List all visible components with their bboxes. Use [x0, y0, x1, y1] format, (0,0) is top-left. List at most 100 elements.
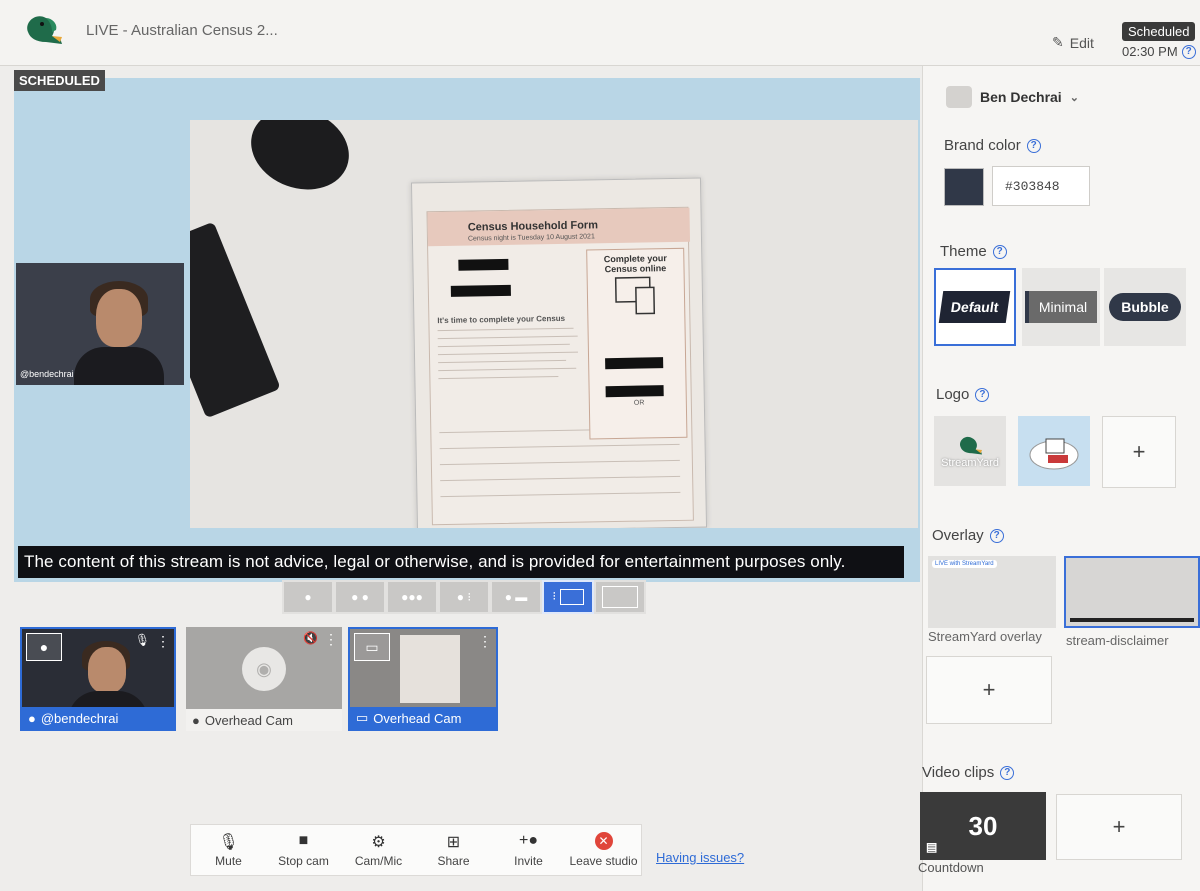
more-options-icon[interactable]: ⋮: [324, 631, 338, 648]
avatar-placeholder-icon: ◉: [242, 647, 286, 691]
having-issues-link[interactable]: Having issues?: [656, 850, 744, 865]
share-screen-icon: ⊞: [446, 834, 461, 851]
text-line: [440, 491, 681, 498]
person-icon: ●: [304, 590, 312, 604]
brand-color-swatch[interactable]: [944, 168, 984, 206]
overlay-streamyard-option[interactable]: LIVE with StreamYard: [928, 556, 1056, 628]
add-video-clip-button[interactable]: +: [1056, 794, 1182, 860]
help-icon[interactable]: ?: [992, 244, 1007, 259]
user-avatar: [946, 86, 972, 108]
microphone-icon: 🎙: [218, 834, 239, 851]
microphone-muted-icon[interactable]: 🔇: [303, 631, 318, 645]
cam-mic-settings-button[interactable]: ⚙ Cam/Mic: [341, 825, 416, 875]
duck-icon: [960, 436, 982, 455]
redaction: [458, 258, 509, 271]
invite-button[interactable]: +● Invite: [491, 825, 566, 875]
stop-cam-button[interactable]: ■ Stop cam: [266, 825, 341, 875]
source-name: Overhead Cam: [204, 712, 294, 728]
source-name: @bendechrai: [40, 710, 119, 726]
overhead-camera-feed: Census Household Form Census night is Tu…: [190, 120, 918, 528]
help-icon[interactable]: ?: [1000, 765, 1015, 780]
scheduled-time-value: 02:30 PM: [1122, 44, 1178, 59]
source-tile-overhead-cam[interactable]: ◉ 🔇 ⋮ ● Overhead Cam: [186, 627, 342, 731]
add-overlay-button[interactable]: +: [926, 656, 1052, 724]
countdown-clip[interactable]: 30 ▤: [920, 792, 1046, 860]
layout-side-button[interactable]: ● ▬: [490, 580, 542, 614]
layout-four-button[interactable]: ● ⁝: [438, 580, 490, 614]
edit-label: Edit: [1069, 34, 1094, 51]
layout-two-button[interactable]: ● ●: [334, 580, 386, 614]
theme-minimal-option[interactable]: Minimal: [1022, 268, 1100, 346]
brand-color-input[interactable]: #303848: [992, 166, 1090, 206]
pencil-icon: ✎: [1052, 34, 1064, 50]
theme-bubble-label: Bubble: [1109, 293, 1181, 321]
source-name: Overhead Cam: [373, 710, 462, 726]
keyboard-object: [190, 221, 281, 419]
text-line: [437, 327, 574, 332]
scheduled-label: SCHEDULED: [14, 70, 105, 91]
person-body: [74, 347, 164, 385]
brand-color-title: Brand color ?: [944, 137, 1041, 154]
overlay-label: Overlay: [932, 527, 984, 544]
form-heading: It's time to complete your Census: [437, 313, 566, 326]
redaction: [605, 357, 664, 370]
logo-title: Logo ?: [936, 386, 990, 403]
streamyard-logo-text: StreamYard: [941, 457, 999, 469]
overlay-disclaimer-option[interactable]: [1064, 556, 1200, 628]
add-logo-button[interactable]: +: [1102, 416, 1176, 488]
more-options-icon[interactable]: ⋮: [478, 633, 492, 650]
streamyard-logo-thumb: StreamYard: [941, 433, 999, 469]
theme-default-label: Default: [939, 291, 1011, 323]
two-persons-icon: ● ●: [351, 590, 369, 604]
text-line: [438, 376, 559, 380]
gear-icon: ⚙: [371, 834, 386, 851]
leave-studio-button[interactable]: ✕ Leave studio: [566, 825, 641, 875]
census-form-paper: Census Household Form Census night is Tu…: [410, 177, 708, 528]
or-text: OR: [633, 399, 645, 407]
remove-from-stage-icon[interactable]: ▭: [354, 633, 390, 661]
help-icon[interactable]: ?: [1181, 44, 1196, 59]
online-column-title: Complete your Census online: [603, 253, 667, 275]
streamyard-duck-logo-icon: [27, 16, 62, 44]
theme-default-option[interactable]: Default: [934, 268, 1016, 346]
text-line: [437, 335, 578, 340]
person-head: [88, 647, 126, 693]
edit-button[interactable]: ✎ Edit: [1052, 34, 1094, 51]
layout-solo-button[interactable]: ●: [282, 580, 334, 614]
help-icon[interactable]: ?: [975, 387, 990, 402]
source-tile-overhead-screen[interactable]: ▭ ⋮ ▭ Overhead Cam: [348, 627, 498, 731]
help-icon[interactable]: ?: [1026, 138, 1041, 153]
share-button[interactable]: ⊞ Share: [416, 825, 491, 875]
scheduled-time: 02:30 PM ?: [1122, 44, 1196, 59]
mute-button[interactable]: 🎙 Mute: [191, 825, 266, 875]
overlay-title: Overlay ?: [932, 527, 1004, 544]
remove-from-stage-icon[interactable]: ●: [26, 633, 62, 661]
more-options-icon[interactable]: ⋮: [156, 633, 170, 650]
invite-label: Invite: [514, 854, 543, 868]
source-tile-bendechrai[interactable]: ● 🎙 ⋮ ● @bendechrai: [20, 627, 176, 731]
redaction: [450, 284, 511, 297]
layout-blank-button[interactable]: [594, 580, 646, 614]
theme-bubble-option[interactable]: Bubble: [1104, 268, 1186, 346]
layout-three-button[interactable]: ●●●: [386, 580, 438, 614]
stop-cam-label: Stop cam: [278, 854, 329, 868]
microphone-icon[interactable]: 🎙: [135, 633, 150, 647]
webcam-feed: @bendechrai: [16, 263, 184, 385]
layout-picker: ● ● ● ●●● ● ⁝ ● ▬ ⁝: [282, 580, 646, 614]
video-clips-label: Video clips: [922, 764, 995, 781]
source-label: ▭ Overhead Cam: [350, 707, 496, 729]
user-menu[interactable]: Ben Dechrai ⌄: [946, 86, 1079, 108]
close-circle-icon: ✕: [594, 832, 613, 850]
redaction: [605, 385, 664, 398]
disclaimer-bar-preview: [1070, 618, 1194, 622]
leave-label: Leave studio: [569, 854, 638, 868]
person-icon: ●: [192, 712, 200, 728]
video-camera-icon: ■: [298, 832, 309, 849]
logo-streamyard-option[interactable]: StreamYard: [934, 416, 1006, 486]
logo-custom-option[interactable]: [1018, 416, 1090, 486]
overlay-disclaimer-label: stream-disclaimer: [1066, 633, 1169, 648]
help-icon[interactable]: ?: [989, 528, 1004, 543]
video-clips-title: Video clips ?: [922, 764, 1015, 781]
layout-overlay-button[interactable]: ⁝: [542, 580, 594, 614]
status-badge: Scheduled: [1122, 22, 1196, 41]
